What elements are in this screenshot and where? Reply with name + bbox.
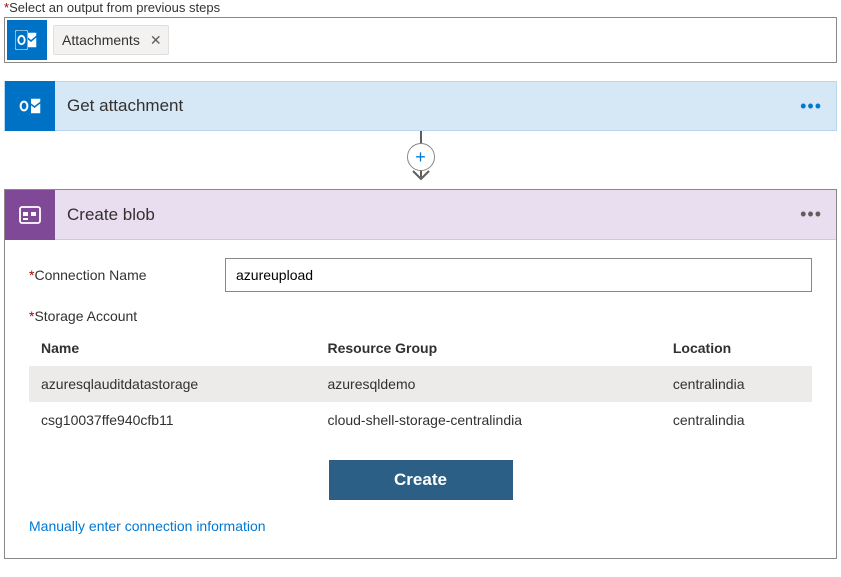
col-resource-group: Resource Group: [315, 330, 660, 366]
table-row[interactable]: azuresqlauditdatastorage azuresqldemo ce…: [29, 366, 812, 402]
remove-token-icon[interactable]: ✕: [150, 32, 162, 49]
attachments-token[interactable]: Attachments ✕: [53, 25, 169, 55]
outlook-icon: [7, 20, 47, 60]
output-select-token-box[interactable]: Attachments ✕: [4, 17, 837, 63]
manual-connection-link[interactable]: Manually enter connection information: [29, 518, 812, 534]
storage-account-label: *Storage Account: [29, 308, 812, 324]
outlook-icon: [5, 81, 55, 131]
output-select-label: *Select an output from previous steps: [4, 0, 837, 15]
col-name: Name: [29, 330, 315, 366]
create-blob-body: *Connection Name *Storage Account Name R…: [5, 240, 836, 558]
get-attachment-card[interactable]: Get attachment •••: [4, 81, 837, 131]
cell-name: azuresqlauditdatastorage: [29, 366, 315, 402]
col-location: Location: [661, 330, 812, 366]
create-blob-card: Create blob ••• *Connection Name *Storag…: [4, 189, 837, 559]
connector: +: [4, 131, 837, 189]
more-menu-icon[interactable]: •••: [786, 96, 836, 117]
cell-name: csg10037ffe940cfb11: [29, 402, 315, 438]
connection-name-input[interactable]: [225, 258, 812, 292]
cell-loc: centralindia: [661, 366, 812, 402]
plus-icon: +: [415, 147, 426, 168]
connection-name-row: *Connection Name: [29, 258, 812, 292]
create-blob-title: Create blob: [55, 205, 786, 225]
more-menu-icon[interactable]: •••: [786, 204, 836, 225]
create-blob-header[interactable]: Create blob •••: [5, 190, 836, 240]
cell-loc: centralindia: [661, 402, 812, 438]
cell-rg: cloud-shell-storage-centralindia: [315, 402, 660, 438]
blob-storage-icon: [5, 190, 55, 240]
table-row[interactable]: csg10037ffe940cfb11 cloud-shell-storage-…: [29, 402, 812, 438]
storage-account-table: Name Resource Group Location azuresqlaud…: [29, 330, 812, 438]
add-step-button[interactable]: +: [407, 143, 435, 171]
get-attachment-title: Get attachment: [55, 96, 786, 116]
create-button[interactable]: Create: [329, 460, 513, 500]
cell-rg: azuresqldemo: [315, 366, 660, 402]
attachments-token-label: Attachments: [62, 32, 140, 48]
connection-name-label: *Connection Name: [29, 267, 225, 283]
